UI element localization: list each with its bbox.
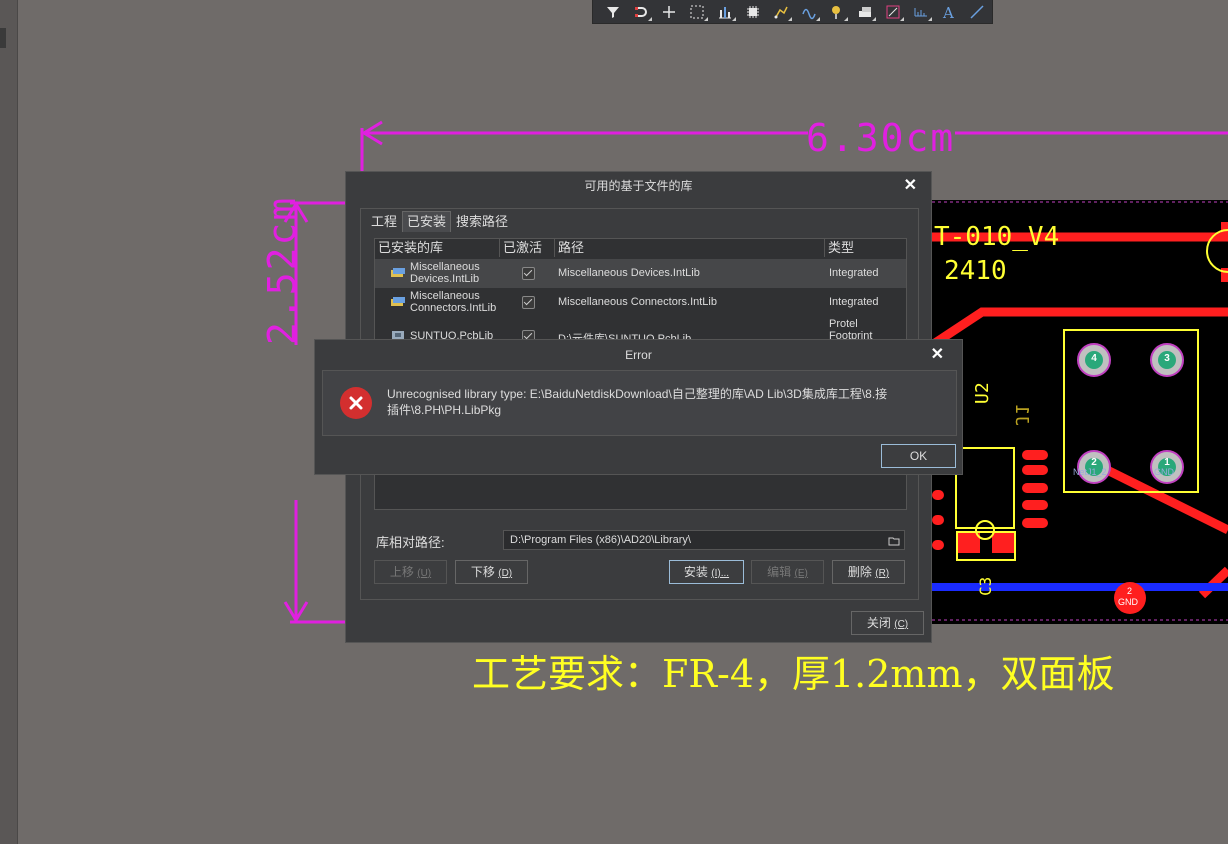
relative-path-field[interactable]: D:\Program Files (x86)\AD20\Library\	[503, 530, 905, 550]
lib-tabs: 工程 已安装 搜索路径	[366, 211, 513, 233]
tab-installed[interactable]: 已安装	[402, 211, 452, 232]
library-name-line2: Connectors.IntLib	[410, 302, 497, 314]
error-message-panel: Unrecognised library type: E:\BaiduNetdi…	[322, 370, 957, 436]
pcb-board[interactable]: T-010_V4 2410 U2 J1 C3 4 3 2 1 NetJ1_2 G…	[932, 200, 1228, 624]
error-dialog-title-bar[interactable]: Error ✕	[315, 340, 962, 370]
lib-dialog-title-bar[interactable]: 可用的基于文件的库 ✕	[346, 172, 931, 200]
pad-1-net-label: GND	[1154, 467, 1174, 477]
process-requirement-text: 工艺要求：FR-4，厚1.2mm，双面板	[472, 652, 1115, 696]
close-button[interactable]: 关闭 (C)	[851, 611, 924, 635]
relative-path-label: 库相对路径:	[376, 535, 445, 550]
error-dialog-close-icon[interactable]: ✕	[931, 340, 944, 370]
error-dialog: Error ✕ Unrecognised library type: E:\Ba…	[314, 339, 963, 475]
j1-designator: J1	[1011, 404, 1032, 426]
tab-project[interactable]: 工程	[366, 211, 402, 233]
dimension-width-label: 6.30cm	[806, 116, 956, 160]
error-icon	[340, 387, 372, 419]
col-type[interactable]: 类型	[825, 239, 906, 257]
library-path: Miscellaneous Connectors.IntLib	[558, 296, 717, 308]
pad-3[interactable]: 3	[1157, 353, 1177, 364]
error-message: Unrecognised library type: E:\BaiduNetdi…	[387, 386, 947, 418]
edit-button[interactable]: 编辑 (E)	[751, 560, 824, 584]
dimension-height-label: 2.52cm	[260, 195, 304, 345]
install-button[interactable]: 安装 (I)...	[669, 560, 744, 584]
pcb-number-silk: 2410	[944, 256, 1007, 286]
move-up-button[interactable]: 上移 (U)	[374, 560, 447, 584]
u2-designator: U2	[972, 382, 993, 404]
activated-checkbox[interactable]	[522, 296, 535, 309]
library-row[interactable]: Miscellaneous Devices.IntLib Miscellaneou…	[375, 259, 906, 288]
ok-button[interactable]: OK	[881, 444, 956, 468]
col-installed-library[interactable]: 已安装的库	[375, 239, 500, 257]
library-name-line1: Miscellaneous	[410, 261, 480, 273]
pad-2-net-label: NetJ1_2	[1073, 467, 1107, 477]
lib-dialog-title: 可用的基于文件的库	[584, 179, 693, 193]
intlib-icon	[391, 268, 405, 277]
folder-icon[interactable]	[888, 535, 900, 546]
error-dialog-title: Error	[625, 348, 652, 362]
library-type-line1: Protel	[829, 318, 858, 330]
library-type: Integrated	[829, 267, 879, 279]
col-activated[interactable]: 已激活	[500, 239, 555, 257]
tab-search-path[interactable]: 搜索路径	[451, 211, 513, 233]
error-message-line2: 插件\8.PH\PH.LibPkg	[387, 403, 502, 417]
intlib-icon	[391, 297, 405, 306]
pcb-title-silk: T-010_V4	[934, 222, 1060, 252]
library-row[interactable]: Miscellaneous Connectors.IntLib Miscellan…	[375, 288, 906, 317]
move-down-button[interactable]: 下移 (D)	[455, 560, 528, 584]
lib-dialog-close-icon[interactable]: ✕	[904, 172, 917, 200]
library-type: Integrated	[829, 296, 879, 308]
relative-path-value: D:\Program Files (x86)\AD20\Library\	[510, 534, 691, 546]
library-name-line1: Miscellaneous	[410, 290, 480, 302]
gnd-via-label: GND	[1118, 597, 1138, 607]
gnd-via-number: 2	[1127, 586, 1133, 596]
library-name-line2: Devices.IntLib	[410, 273, 480, 285]
c3-designator: C3	[976, 576, 995, 596]
error-message-line1: Unrecognised library type: E:\BaiduNetdi…	[387, 387, 888, 401]
activated-checkbox[interactable]	[522, 267, 535, 280]
library-path: Miscellaneous Devices.IntLib	[558, 267, 700, 279]
pad-4[interactable]: 4	[1084, 353, 1104, 364]
remove-button[interactable]: 删除 (R)	[832, 560, 905, 584]
col-path[interactable]: 路径	[555, 239, 825, 257]
